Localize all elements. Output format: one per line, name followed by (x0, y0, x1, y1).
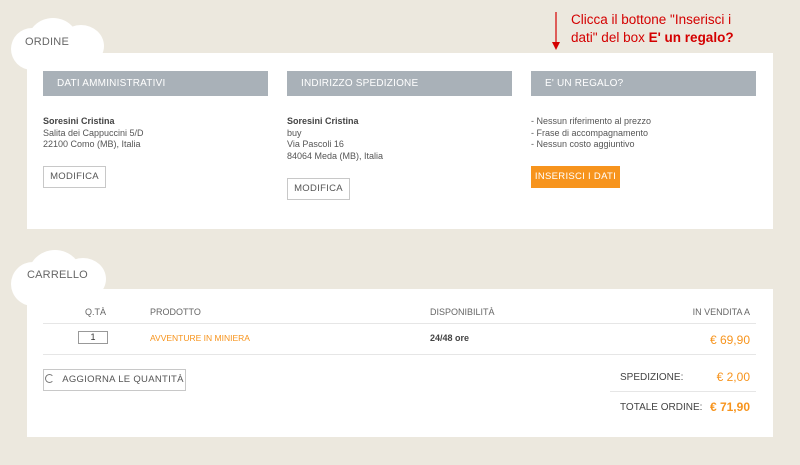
table-row-divider (43, 354, 756, 355)
gift-feature-item: - Nessun riferimento al prezzo (531, 116, 652, 126)
admin-address-line: 22100 Como (MB), Italia (43, 139, 141, 149)
item-price: € 69,90 (709, 333, 750, 347)
shipping-address-line: 84064 Meda (MB), Italia (287, 150, 384, 161)
summary-divider (610, 391, 756, 392)
quantity-input[interactable]: 1 (78, 331, 108, 344)
product-link[interactable]: AVVENTURE IN MINIERA (150, 333, 250, 343)
order-tab-label: ORDINE (25, 36, 69, 48)
gift-feature-item: - Nessun costo aggiuntivo (531, 139, 635, 149)
gift-feature-item: - Frase di accompagnamento (531, 127, 649, 138)
annotation-line-2: dati" del box (571, 30, 649, 45)
refresh-icon (45, 374, 55, 383)
column-header-availability: DISPONIBILITÀ (430, 307, 495, 317)
annotation-bold-text: E' un regalo? (648, 30, 734, 45)
cart-tab-label: CARRELLO (27, 269, 88, 281)
column-header-price: IN VENDITA A (692, 307, 750, 317)
order-total-value: € 71,90 (709, 400, 750, 414)
admin-address-block: Soresini Cristina Salita dei Cappuccini … (43, 116, 263, 151)
admin-modify-button[interactable]: MODIFICA (43, 166, 106, 188)
shipping-cost-value: € 2,00 (716, 370, 750, 384)
column-header-qty: Q.TÀ (85, 307, 107, 317)
admin-name: Soresini Cristina (43, 116, 115, 126)
table-header-divider (43, 323, 756, 324)
instruction-annotation: Clicca il bottone "Inserisci i dati" del… (571, 11, 791, 47)
admin-address-line: Salita dei Cappuccini 5/D (43, 127, 144, 138)
update-quantities-button[interactable]: AGGIORNA LE QUANTITÀ (43, 369, 186, 391)
annotation-line-1: Clicca il bottone "Inserisci i (571, 12, 732, 27)
gift-features-list: - Nessun riferimento al prezzo - Frase d… (531, 116, 751, 151)
shipping-address-line: buy (287, 127, 302, 138)
shipping-modify-button[interactable]: MODIFICA (287, 178, 350, 200)
shipping-cost-label: SPEDIZIONE: (620, 372, 684, 383)
gift-header: E' UN REGALO? (531, 71, 756, 96)
annotation-arrow-icon (552, 12, 560, 50)
admin-data-header: DATI AMMINISTRATIVI (43, 71, 268, 96)
shipping-name: Soresini Cristina (287, 116, 359, 126)
shipping-address-block: Soresini Cristina buy Via Pascoli 16 840… (287, 116, 507, 162)
column-header-product: PRODOTTO (150, 307, 201, 317)
availability-value: 24/48 ore (430, 333, 470, 343)
shipping-address-header: INDIRIZZO SPEDIZIONE (287, 71, 512, 96)
shipping-address-line: Via Pascoli 16 (287, 139, 344, 149)
update-quantities-label: AGGIORNA LE QUANTITÀ (62, 374, 184, 385)
insert-gift-data-button[interactable]: INSERISCI I DATI (531, 166, 620, 188)
